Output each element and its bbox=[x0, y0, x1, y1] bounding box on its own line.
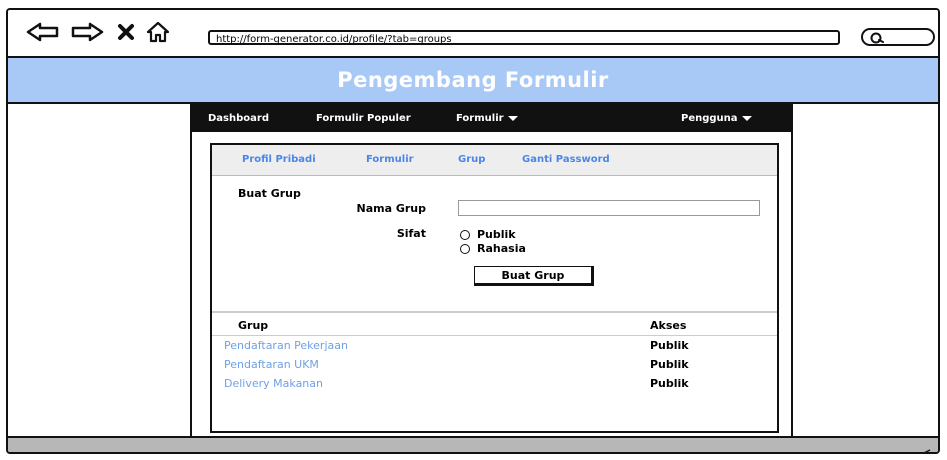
col-group-header: Grup bbox=[238, 319, 269, 332]
radio-circle-icon bbox=[460, 243, 470, 254]
menu-user-dropdown[interactable]: Pengguna bbox=[681, 105, 752, 132]
chevron-down-icon bbox=[741, 115, 752, 121]
menu-forms-label: Formulir bbox=[456, 113, 504, 124]
browser-search[interactable] bbox=[861, 28, 935, 46]
site-title: Pengembang Formulir bbox=[337, 68, 609, 92]
radio-secret-label: Rahasia bbox=[477, 242, 526, 255]
status-bar bbox=[8, 436, 938, 452]
group-link[interactable]: Delivery Makanan bbox=[224, 377, 323, 390]
tab-change-password[interactable]: Ganti Password bbox=[522, 145, 610, 175]
tab-forms[interactable]: Formulir bbox=[366, 145, 414, 175]
table-row: Pendaftaran UKM Publik bbox=[212, 356, 777, 374]
col-access-header: Akses bbox=[650, 319, 687, 332]
main-menubar: Dashboard Formulir Populer Formulir Peng… bbox=[192, 105, 791, 132]
group-access: Publik bbox=[650, 377, 689, 390]
radio-circle-icon bbox=[460, 229, 470, 240]
forward-arrow-icon[interactable] bbox=[68, 20, 106, 44]
group-link[interactable]: Pendaftaran Pekerjaan bbox=[224, 339, 348, 352]
resize-handle-icon[interactable] bbox=[916, 442, 932, 452]
app-container: Dashboard Formulir Populer Formulir Peng… bbox=[190, 103, 793, 438]
profile-tabs: Profil Pribadi Formulir Grup Ganti Passw… bbox=[212, 145, 777, 176]
menu-dashboard[interactable]: Dashboard bbox=[208, 105, 269, 132]
radio-public[interactable]: Publik bbox=[460, 228, 516, 241]
browser-toolbar: http://form-generator.co.id/profile/?tab… bbox=[8, 10, 938, 58]
group-link[interactable]: Pendaftaran UKM bbox=[224, 358, 319, 371]
group-access: Publik bbox=[650, 339, 689, 352]
back-arrow-icon[interactable] bbox=[24, 20, 62, 44]
radio-secret[interactable]: Rahasia bbox=[460, 242, 526, 255]
home-icon[interactable] bbox=[144, 20, 172, 44]
tab-group[interactable]: Grup bbox=[458, 145, 485, 175]
create-group-heading: Buat Grup bbox=[238, 187, 301, 200]
tab-profile[interactable]: Profil Pribadi bbox=[242, 145, 316, 175]
menu-user-label: Pengguna bbox=[681, 113, 738, 124]
groups-table-header: Grup Akses bbox=[212, 315, 777, 336]
group-name-input[interactable] bbox=[458, 200, 760, 216]
group-name-label: Nama Grup bbox=[356, 202, 426, 215]
chevron-down-icon bbox=[507, 115, 518, 121]
menu-forms-dropdown[interactable]: Formulir bbox=[456, 105, 518, 132]
section-divider bbox=[212, 311, 777, 313]
radio-public-label: Publik bbox=[477, 228, 516, 241]
url-bar[interactable]: http://form-generator.co.id/profile/?tab… bbox=[208, 30, 840, 45]
menu-popular-forms[interactable]: Formulir Populer bbox=[316, 105, 411, 132]
group-type-label: Sifat bbox=[396, 227, 426, 240]
create-group-button[interactable]: Buat Grup bbox=[474, 266, 594, 286]
table-row: Pendaftaran Pekerjaan Publik bbox=[212, 337, 777, 355]
table-row: Delivery Makanan Publik bbox=[212, 375, 777, 393]
site-banner: Pengembang Formulir bbox=[8, 58, 938, 104]
close-icon[interactable] bbox=[114, 20, 138, 44]
group-access: Publik bbox=[650, 358, 689, 371]
profile-card: Profil Pribadi Formulir Grup Ganti Passw… bbox=[210, 143, 779, 433]
